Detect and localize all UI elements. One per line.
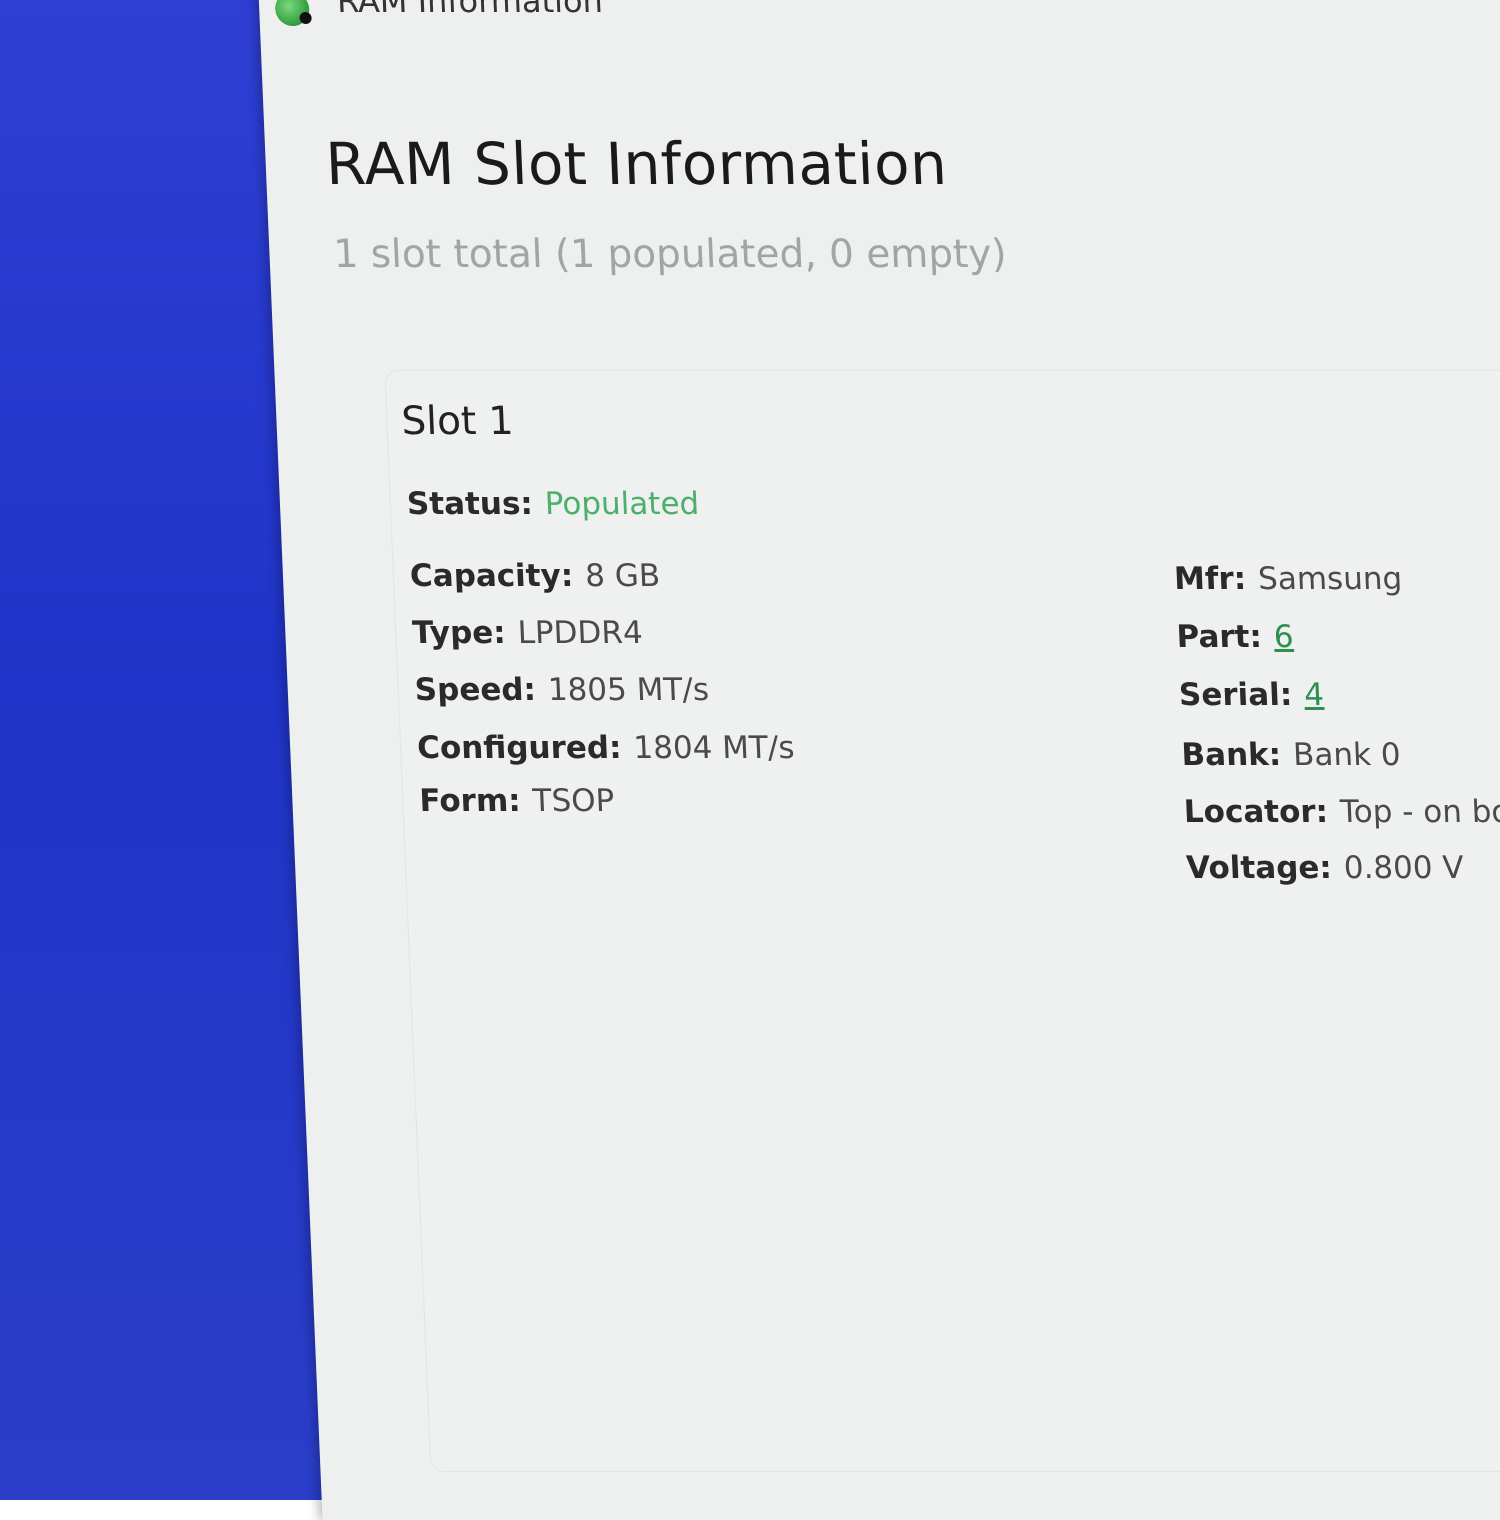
locator-label: Locator: bbox=[1183, 794, 1329, 830]
title-bar[interactable]: RAM Information bbox=[258, 0, 1500, 28]
status-value: Populated bbox=[544, 486, 700, 522]
app-icon-badge bbox=[299, 12, 312, 24]
slot-card: Slot 1 Status: Populated Capacity: 8 GB Ty… bbox=[384, 370, 1500, 1472]
configured-label: Configured: bbox=[416, 730, 623, 766]
status-row: Status: Populated bbox=[406, 486, 700, 522]
form-row: Form: TSOP bbox=[419, 783, 615, 819]
voltage-label: Voltage: bbox=[1185, 850, 1333, 886]
bank-row: Bank: Bank 0 bbox=[1181, 737, 1402, 773]
part-label: Part: bbox=[1175, 619, 1263, 655]
part-row: Part: 6 bbox=[1176, 619, 1295, 655]
locator-row: Locator: Top - on boar bbox=[1183, 794, 1500, 830]
voltage-value: 0.800 V bbox=[1343, 850, 1465, 886]
serial-link[interactable]: 4 bbox=[1303, 677, 1324, 713]
page-subtitle: 1 slot total (1 populated, 0 empty) bbox=[332, 232, 1008, 277]
ram-information-window: RAM Information RAM Slot Information 1 s… bbox=[258, 0, 1500, 1520]
bank-value: Bank 0 bbox=[1292, 737, 1402, 773]
serial-label: Serial: bbox=[1178, 677, 1293, 713]
page-title: RAM Slot Information bbox=[324, 130, 949, 198]
mfr-row: Mfr: Samsung bbox=[1173, 561, 1403, 597]
window-title: RAM Information bbox=[336, 0, 604, 20]
type-value: LPDDR4 bbox=[516, 615, 644, 651]
speed-label: Speed: bbox=[414, 672, 537, 708]
form-value: TSOP bbox=[531, 783, 616, 819]
ram-app-icon bbox=[274, 0, 312, 26]
mfr-value: Samsung bbox=[1257, 561, 1403, 597]
serial-row: Serial: 4 bbox=[1178, 677, 1324, 713]
voltage-row: Voltage: 0.800 V bbox=[1185, 850, 1464, 886]
speed-value: 1805 MT/s bbox=[547, 672, 710, 708]
form-label: Form: bbox=[418, 783, 522, 819]
configured-value: 1804 MT/s bbox=[632, 730, 796, 766]
status-label: Status: bbox=[406, 486, 534, 522]
capacity-row: Capacity: 8 GB bbox=[409, 558, 661, 594]
capacity-value: 8 GB bbox=[584, 558, 661, 594]
part-link[interactable]: 6 bbox=[1273, 619, 1294, 655]
bank-label: Bank: bbox=[1180, 737, 1282, 773]
type-label: Type: bbox=[411, 615, 507, 651]
configured-row: Configured: 1804 MT/s bbox=[416, 730, 795, 766]
locator-value: Top - on boar bbox=[1339, 794, 1500, 830]
mfr-label: Mfr: bbox=[1173, 561, 1247, 597]
capacity-label: Capacity: bbox=[409, 558, 574, 594]
type-row: Type: LPDDR4 bbox=[412, 615, 644, 651]
speed-row: Speed: 1805 MT/s bbox=[414, 672, 710, 708]
slot-title: Slot 1 bbox=[400, 399, 515, 444]
